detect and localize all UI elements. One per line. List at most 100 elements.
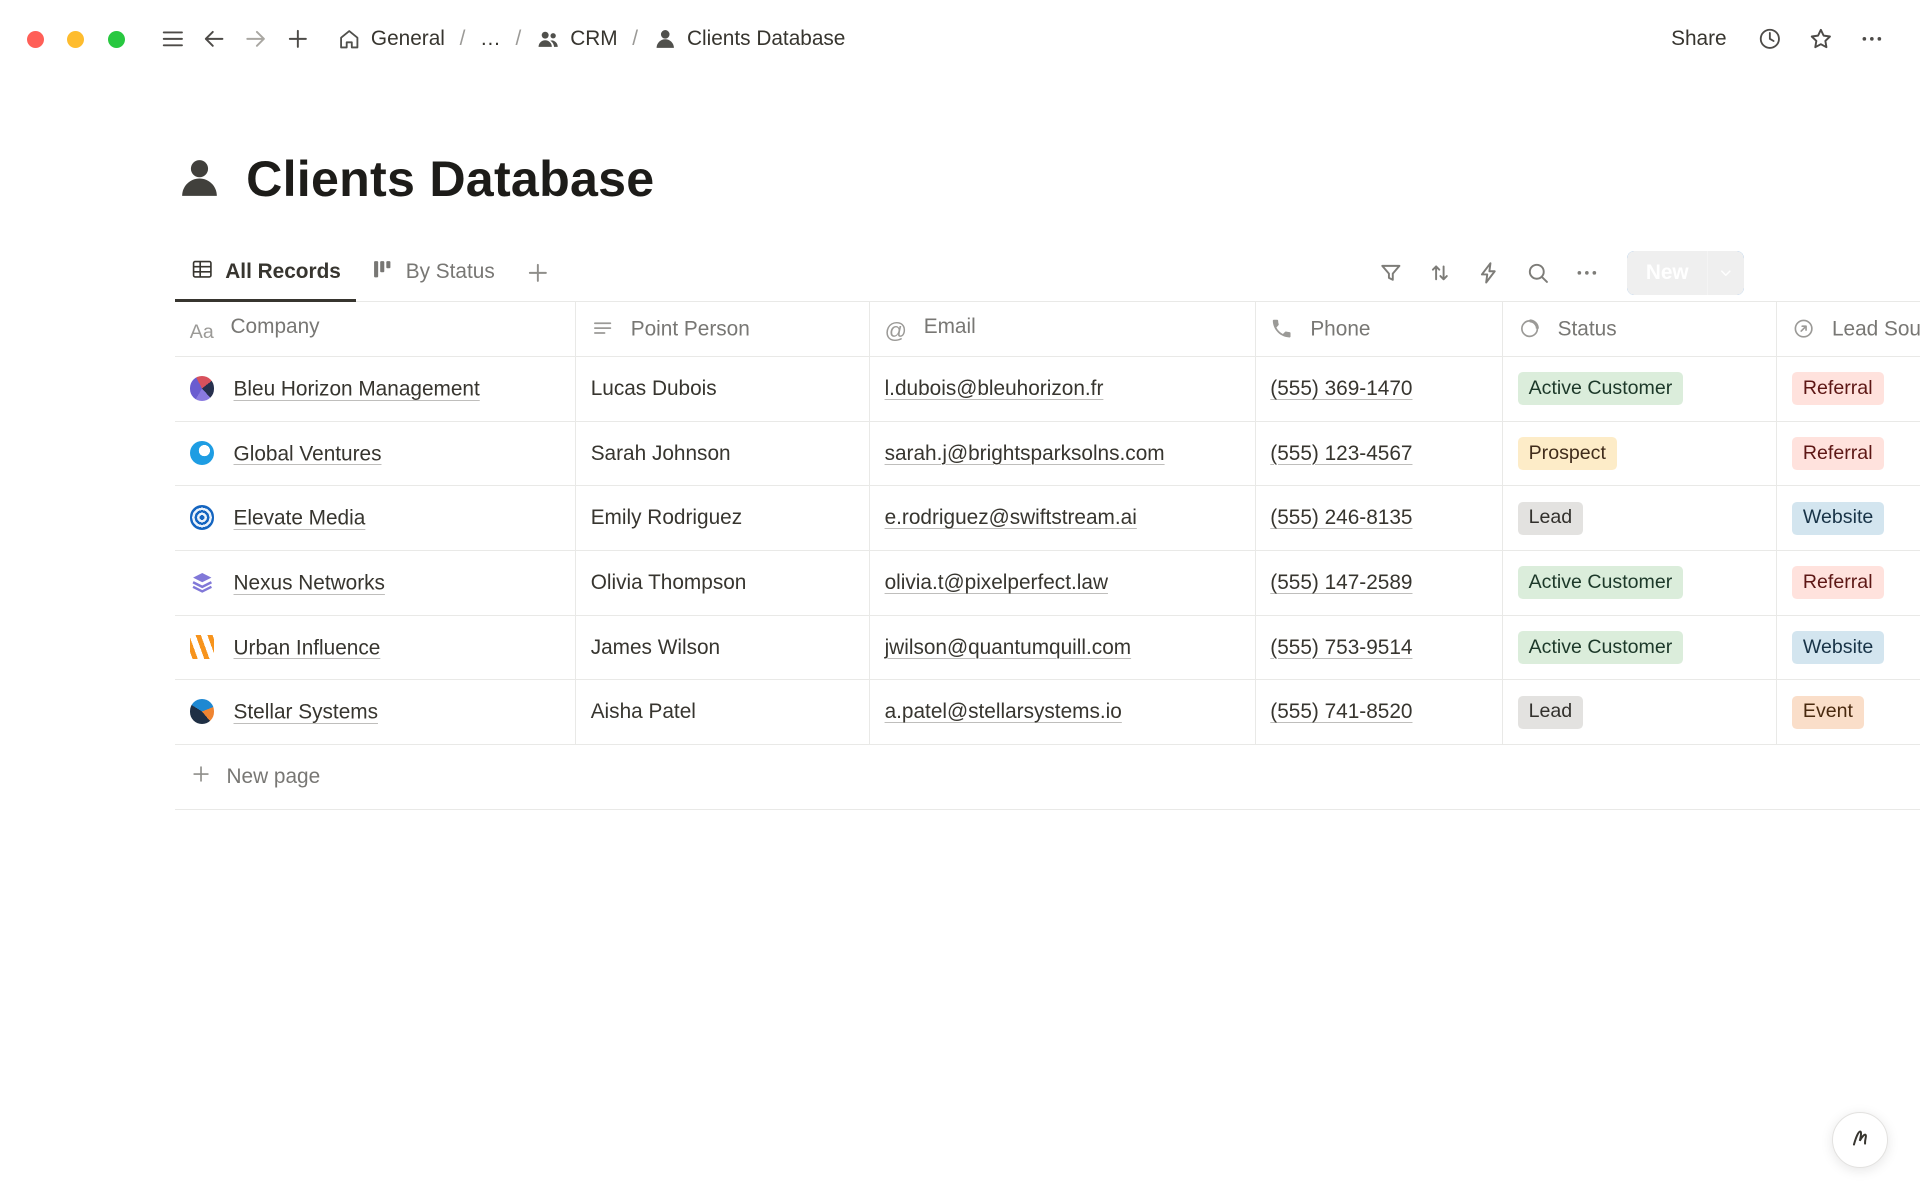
page-title[interactable]: Clients Database <box>246 150 654 208</box>
lead-source-cell[interactable]: Event <box>1777 680 1920 745</box>
company-cell[interactable]: Elevate Media <box>175 486 575 551</box>
more-options-icon[interactable] <box>1851 18 1893 60</box>
topbar: General/…/CRM/Clients Database Share <box>0 0 1920 78</box>
table-header-row: Aa Company Point Person @ Email Phone St… <box>175 302 1920 356</box>
table-row: Elevate Media Emily Rodriguez e.rodrigue… <box>175 486 1920 551</box>
new-page-button[interactable]: New page <box>175 745 1920 810</box>
ai-assistant-button[interactable] <box>1832 1112 1888 1168</box>
lead-source-cell[interactable]: Referral <box>1777 357 1920 422</box>
email-cell[interactable]: jwilson@quantumquill.com <box>869 615 1255 680</box>
column-header[interactable]: Point Person <box>576 302 870 356</box>
company-logo-icon <box>190 699 214 723</box>
close-button[interactable] <box>27 31 44 48</box>
status-cell[interactable]: Prospect <box>1502 421 1776 486</box>
email-cell[interactable]: sarah.j@brightsparksolns.com <box>869 421 1255 486</box>
column-header[interactable]: Status <box>1502 302 1776 356</box>
status-badge: Active Customer <box>1518 566 1684 599</box>
lead-source-badge: Referral <box>1792 437 1884 470</box>
lead-source-cell[interactable]: Referral <box>1777 551 1920 616</box>
breadcrumb: General/…/CRM/Clients Database <box>328 23 854 55</box>
add-view-icon[interactable] <box>517 252 559 294</box>
sidebar-menu-icon[interactable] <box>152 18 194 60</box>
forward-arrow-icon[interactable] <box>235 18 277 60</box>
share-button[interactable]: Share <box>1659 21 1739 57</box>
email-cell[interactable]: l.dubois@bleuhorizon.fr <box>869 357 1255 422</box>
company-logo-icon <box>190 570 214 594</box>
column-header[interactable]: Lead Source <box>1777 302 1920 356</box>
email-cell[interactable]: olivia.t@pixelperfect.law <box>869 551 1255 616</box>
point-person-cell[interactable]: Emily Rodriguez <box>576 486 870 551</box>
point-person-cell[interactable]: James Wilson <box>576 615 870 680</box>
text-property-icon <box>591 317 614 340</box>
people-icon <box>536 27 560 51</box>
aa-property-icon: Aa <box>190 321 214 344</box>
phone-cell[interactable]: (555) 246-8135 <box>1255 486 1502 551</box>
status-cell[interactable]: Active Customer <box>1502 615 1776 680</box>
company-cell[interactable]: Bleu Horizon Management <box>175 357 575 422</box>
back-arrow-icon[interactable] <box>193 18 235 60</box>
app-window: General/…/CRM/Clients Database Share Cli… <box>0 0 1920 1200</box>
lead-source-cell[interactable]: Website <box>1777 486 1920 551</box>
table-row: Bleu Horizon Management Lucas Dubois l.d… <box>175 357 1920 422</box>
favorite-star-icon[interactable] <box>1800 18 1842 60</box>
phone-cell[interactable]: (555) 753-9514 <box>1255 615 1502 680</box>
company-cell[interactable]: Nexus Networks <box>175 551 575 616</box>
lead-source-badge: Website <box>1792 502 1884 535</box>
tab-all-records[interactable]: All Records <box>175 246 355 302</box>
table-row: Urban Influence James Wilson jwilson@qua… <box>175 615 1920 680</box>
status-badge: Active Customer <box>1518 631 1684 664</box>
table-row: Global Ventures Sarah Johnson sarah.j@br… <box>175 421 1920 486</box>
new-record-button[interactable]: New <box>1627 251 1706 295</box>
breadcrumb-separator: / <box>458 27 466 51</box>
breadcrumb-item[interactable]: CRM <box>527 23 626 55</box>
breadcrumb-item[interactable]: General <box>328 23 453 55</box>
filter-icon[interactable] <box>1373 255 1410 292</box>
column-header[interactable]: Phone <box>1255 302 1502 356</box>
breadcrumb-item[interactable]: Clients Database <box>644 23 854 55</box>
email-cell[interactable]: a.patel@stellarsystems.io <box>869 680 1255 745</box>
at-property-icon: @ <box>885 318 907 344</box>
person-icon <box>653 27 677 51</box>
point-person-cell[interactable]: Sarah Johnson <box>576 421 870 486</box>
history-clock-icon[interactable] <box>1749 18 1791 60</box>
view-more-icon[interactable] <box>1569 255 1606 292</box>
board-view-icon <box>370 257 394 287</box>
company-cell[interactable]: Urban Influence <box>175 615 575 680</box>
column-header[interactable]: Aa Company <box>175 302 575 356</box>
breadcrumb-separator: / <box>631 27 639 51</box>
email-cell[interactable]: e.rodriguez@swiftstream.ai <box>869 486 1255 551</box>
search-icon[interactable] <box>1520 255 1557 292</box>
lead-source-cell[interactable]: Website <box>1777 615 1920 680</box>
phone-cell[interactable]: (555) 123-4567 <box>1255 421 1502 486</box>
lead-source-cell[interactable]: Referral <box>1777 421 1920 486</box>
lead-source-badge: Website <box>1792 631 1884 664</box>
tab-by-status[interactable]: By Status <box>356 246 510 302</box>
zoom-button[interactable] <box>108 31 125 48</box>
table-row: Stellar Systems Aisha Patel a.patel@stel… <box>175 680 1920 745</box>
home-icon <box>337 27 361 51</box>
phone-cell[interactable]: (555) 741-8520 <box>1255 680 1502 745</box>
phone-cell[interactable]: (555) 147-2589 <box>1255 551 1502 616</box>
company-cell[interactable]: Global Ventures <box>175 421 575 486</box>
status-cell[interactable]: Lead <box>1502 680 1776 745</box>
point-person-cell[interactable]: Aisha Patel <box>576 680 870 745</box>
point-person-cell[interactable]: Lucas Dubois <box>576 357 870 422</box>
phone-property-icon <box>1270 317 1293 340</box>
company-cell[interactable]: Stellar Systems <box>175 680 575 745</box>
status-cell[interactable]: Lead <box>1502 486 1776 551</box>
minimize-button[interactable] <box>67 31 84 48</box>
breadcrumb-item[interactable]: … <box>471 24 509 55</box>
point-person-cell[interactable]: Olivia Thompson <box>576 551 870 616</box>
view-toolbar: New <box>1373 251 1744 295</box>
status-badge: Active Customer <box>1518 372 1684 405</box>
new-dropdown-chevron-icon[interactable] <box>1707 251 1744 295</box>
status-badge: Lead <box>1518 502 1584 535</box>
column-header[interactable]: @ Email <box>869 302 1255 356</box>
status-cell[interactable]: Active Customer <box>1502 551 1776 616</box>
phone-cell[interactable]: (555) 369-1470 <box>1255 357 1502 422</box>
lead-source-badge: Event <box>1792 696 1864 729</box>
automation-bolt-icon[interactable] <box>1471 255 1508 292</box>
new-tab-icon[interactable] <box>277 18 319 60</box>
status-cell[interactable]: Active Customer <box>1502 357 1776 422</box>
sort-icon[interactable] <box>1422 255 1459 292</box>
